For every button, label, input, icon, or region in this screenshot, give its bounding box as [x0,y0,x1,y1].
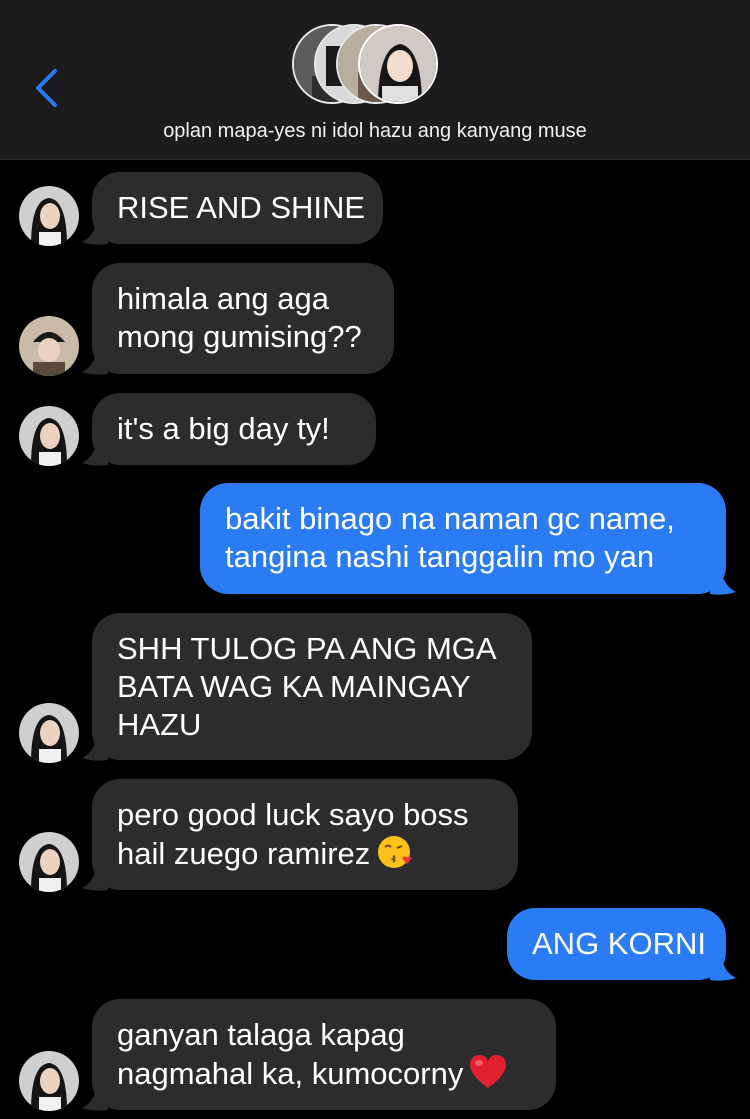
conversation-header: oplan mapa-yes ni idol hazu ang kanyang … [0,0,750,160]
message-text: pero good luck sayo boss hail zuego rami… [117,797,469,871]
group-member-avatar [358,24,438,104]
bubble-tail [82,222,108,245]
message-text: ANG KORNI [532,926,706,961]
sender-avatar[interactable] [19,316,79,376]
group-avatar-stack[interactable] [292,24,462,108]
message-bubble-incoming[interactable]: pero good luck sayo boss hail zuego rami… [92,779,518,890]
message-text-wrap: ganyan talaga kapag nagmahal ka, kumocor… [117,1016,507,1093]
sender-avatar[interactable] [19,1051,79,1111]
message-text: ganyan talaga kapag nagmahal ka, kumocor… [117,1017,464,1091]
message-text: himala ang aga mong gumising?? [117,281,362,354]
message-bubble-incoming[interactable]: RISE AND SHINE [92,172,383,244]
message-text: bakit binago na naman gc name, tangina n… [225,501,675,574]
bubble-tail [710,958,736,981]
bubble-tail [82,738,108,761]
bubble-tail [82,352,108,375]
back-button[interactable] [28,66,68,110]
message-bubble-outgoing[interactable]: bakit binago na naman gc name, tangina n… [200,483,726,594]
message-bubble-incoming[interactable]: it's a big day ty! [92,393,376,465]
message-text: RISE AND SHINE [117,190,366,225]
red-heart-icon [470,1055,507,1088]
bubble-tail [710,572,736,595]
bubble-tail [82,443,108,466]
sender-avatar[interactable] [19,186,79,246]
message-bubble-outgoing[interactable]: ANG KORNI [507,908,726,980]
message-text-wrap: pero good luck sayo boss hail zuego rami… [117,796,469,873]
face-blowing-kiss-icon [378,836,413,868]
message-text: SHH TULOG PA ANG MGA BATA WAG KA MAINGAY… [117,631,497,742]
bubble-tail [82,1088,108,1111]
chevron-left-icon [36,69,57,107]
message-bubble-incoming[interactable]: himala ang aga mong gumising?? [92,263,394,374]
sender-avatar[interactable] [19,406,79,466]
message-bubble-incoming[interactable]: ganyan talaga kapag nagmahal ka, kumocor… [92,999,556,1110]
message-text: it's a big day ty! [117,411,330,446]
group-name[interactable]: oplan mapa-yes ni idol hazu ang kanyang … [0,120,750,143]
message-bubble-incoming[interactable]: SHH TULOG PA ANG MGA BATA WAG KA MAINGAY… [92,613,532,760]
sender-avatar[interactable] [19,703,79,763]
bubble-tail [82,868,108,891]
sender-avatar[interactable] [19,832,79,892]
